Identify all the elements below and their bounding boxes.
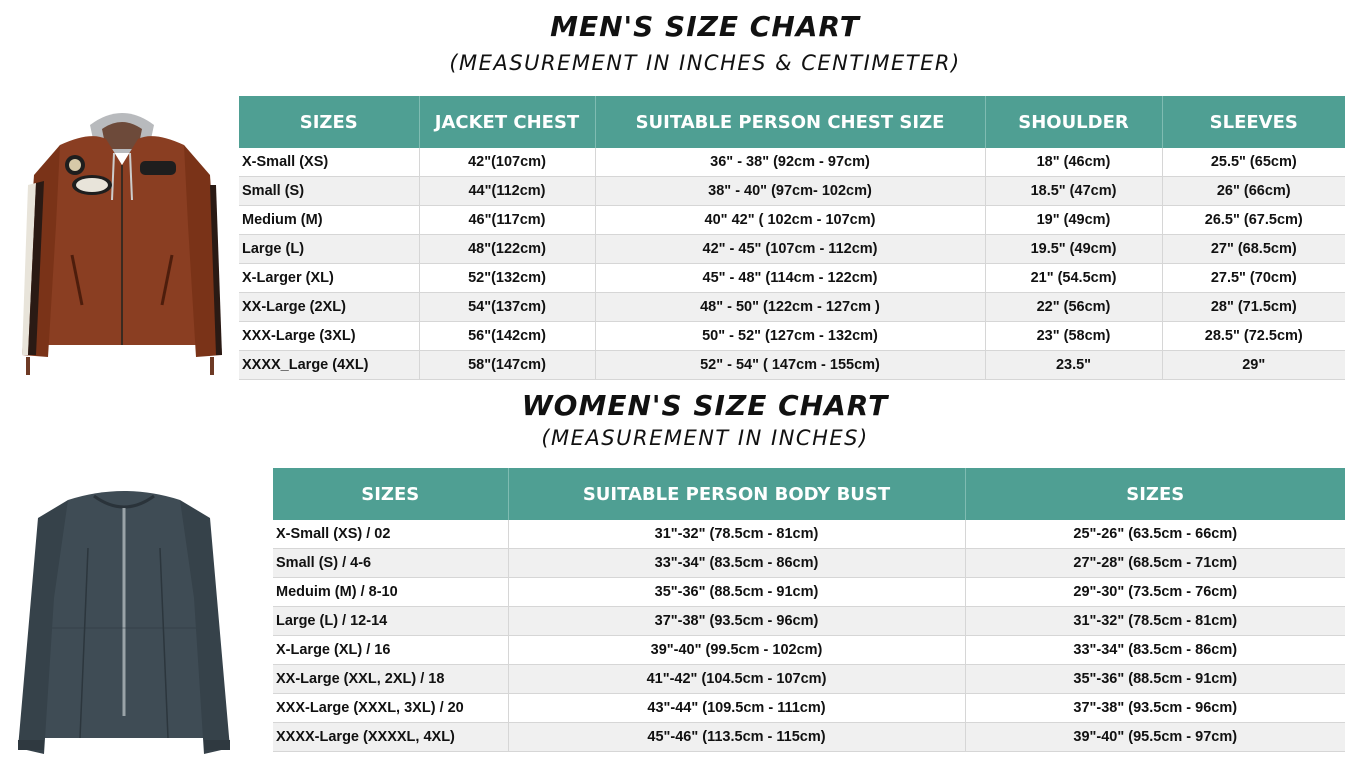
women-table-row: Small (S) / 4-6 33"-34" (83.5cm - 86cm) … bbox=[273, 548, 1345, 578]
person-chest-cell: 42" - 45" (107cm - 112cm) bbox=[595, 234, 986, 264]
women-header-body-bust: SUITABLE PERSON BODY BUST bbox=[508, 468, 966, 520]
shoulder-cell: 19.5" (49cm) bbox=[985, 234, 1163, 264]
women-table-row: XX-Large (XXL, 2XL) / 18 41"-42" (104.5c… bbox=[273, 664, 1345, 694]
men-header-sizes: SIZES bbox=[239, 96, 420, 148]
jacket-chest-cell: 54"(137cm) bbox=[419, 292, 596, 322]
jacket-chest-cell: 46"(117cm) bbox=[419, 205, 596, 235]
men-table-row: XXX-Large (3XL) 56"(142cm) 50" - 52" (12… bbox=[239, 321, 1345, 351]
men-table-row: Large (L) 48"(122cm) 42" - 45" (107cm - … bbox=[239, 234, 1345, 264]
body-bust-cell: 39"-40" (99.5cm - 102cm) bbox=[508, 635, 966, 665]
shoulder-cell: 22" (56cm) bbox=[985, 292, 1163, 322]
size-measure-cell: 33"-34" (83.5cm - 86cm) bbox=[965, 635, 1345, 665]
size-measure-cell: 39"-40" (95.5cm - 97cm) bbox=[965, 722, 1345, 752]
women-table-header-row: SIZES SUITABLE PERSON BODY BUST SIZES bbox=[273, 468, 1345, 520]
size-measure-cell: 35"-36" (88.5cm - 91cm) bbox=[965, 664, 1345, 694]
size-cell: Small (S) bbox=[239, 176, 420, 206]
body-bust-cell: 31"-32" (78.5cm - 81cm) bbox=[508, 520, 966, 549]
sleeves-cell: 25.5" (65cm) bbox=[1162, 148, 1345, 177]
size-measure-cell: 27"-28" (68.5cm - 71cm) bbox=[965, 548, 1345, 578]
women-header-sizes: SIZES bbox=[273, 468, 509, 520]
sleeves-cell: 27.5" (70cm) bbox=[1162, 263, 1345, 293]
jacket-chest-cell: 58"(147cm) bbox=[419, 350, 596, 380]
women-size-chart-title: WOMEN'S SIZE CHART bbox=[521, 389, 889, 422]
jacket-chest-cell: 52"(132cm) bbox=[419, 263, 596, 293]
size-cell: Medium (M) bbox=[239, 205, 420, 235]
women-table-row: X-Small (XS) / 02 31"-32" (78.5cm - 81cm… bbox=[273, 520, 1345, 549]
men-header-jacket-chest: JACKET CHEST bbox=[419, 96, 596, 148]
women-table-row: XXX-Large (XXXL, 3XL) / 20 43"-44" (109.… bbox=[273, 693, 1345, 723]
size-cell: XX-Large (2XL) bbox=[239, 292, 420, 322]
men-header-person-chest: SUITABLE PERSON CHEST SIZE bbox=[595, 96, 986, 148]
jacket-chest-cell: 48"(122cm) bbox=[419, 234, 596, 264]
body-bust-cell: 35"-36" (88.5cm - 91cm) bbox=[508, 577, 966, 607]
body-bust-cell: 41"-42" (104.5cm - 107cm) bbox=[508, 664, 966, 694]
body-bust-cell: 33"-34" (83.5cm - 86cm) bbox=[508, 548, 966, 578]
size-measure-cell: 31"-32" (78.5cm - 81cm) bbox=[965, 606, 1345, 636]
size-cell: XXXX_Large (4XL) bbox=[239, 350, 420, 380]
body-bust-cell: 43"-44" (109.5cm - 111cm) bbox=[508, 693, 966, 723]
men-leather-jacket-image bbox=[22, 113, 222, 375]
men-table-row: Small (S) 44"(112cm) 38" - 40" (97cm- 10… bbox=[239, 176, 1345, 206]
size-measure-cell: 25"-26" (63.5cm - 66cm) bbox=[965, 520, 1345, 549]
size-cell: X-Small (XS) bbox=[239, 148, 420, 177]
women-table-row: Meduim (M) / 8-10 35"-36" (88.5cm - 91cm… bbox=[273, 577, 1345, 607]
person-chest-cell: 40" 42" ( 102cm - 107cm) bbox=[595, 205, 986, 235]
size-cell: Large (L) / 12-14 bbox=[273, 606, 509, 636]
men-table-row: XXXX_Large (4XL) 58"(147cm) 52" - 54" ( … bbox=[239, 350, 1345, 380]
size-cell: X-Larger (XL) bbox=[239, 263, 420, 293]
size-cell: XXX-Large (XXXL, 3XL) / 20 bbox=[273, 693, 509, 723]
size-cell: X-Small (XS) / 02 bbox=[273, 520, 509, 549]
sleeves-cell: 26.5" (67.5cm) bbox=[1162, 205, 1345, 235]
shoulder-cell: 21" (54.5cm) bbox=[985, 263, 1163, 293]
person-chest-cell: 45" - 48" (114cm - 122cm) bbox=[595, 263, 986, 293]
men-table-row: X-Small (XS) 42"(107cm) 36" - 38" (92cm … bbox=[239, 148, 1345, 177]
size-cell: Small (S) / 4-6 bbox=[273, 548, 509, 578]
size-measure-cell: 29"-30" (73.5cm - 76cm) bbox=[965, 577, 1345, 607]
sleeves-cell: 28" (71.5cm) bbox=[1162, 292, 1345, 322]
sleeves-cell: 29" bbox=[1162, 350, 1345, 380]
men-table-row: X-Larger (XL) 52"(132cm) 45" - 48" (114c… bbox=[239, 263, 1345, 293]
men-table-row: XX-Large (2XL) 54"(137cm) 48" - 50" (122… bbox=[239, 292, 1345, 322]
person-chest-cell: 48" - 50" (122cm - 127cm ) bbox=[595, 292, 986, 322]
men-table-header-row: SIZES JACKET CHEST SUITABLE PERSON CHEST… bbox=[239, 96, 1345, 148]
women-table-row: Large (L) / 12-14 37"-38" (93.5cm - 96cm… bbox=[273, 606, 1345, 636]
person-chest-cell: 38" - 40" (97cm- 102cm) bbox=[595, 176, 986, 206]
body-bust-cell: 45"-46" (113.5cm - 115cm) bbox=[508, 722, 966, 752]
person-chest-cell: 36" - 38" (92cm - 97cm) bbox=[595, 148, 986, 177]
sleeves-cell: 26" (66cm) bbox=[1162, 176, 1345, 206]
women-leather-jacket-image bbox=[18, 491, 230, 754]
women-size-table: SIZES SUITABLE PERSON BODY BUST SIZES X-… bbox=[273, 468, 1345, 752]
women-table-row: X-Large (XL) / 16 39"-40" (99.5cm - 102c… bbox=[273, 635, 1345, 665]
size-measure-cell: 37"-38" (93.5cm - 96cm) bbox=[965, 693, 1345, 723]
jacket-chest-cell: 56"(142cm) bbox=[419, 321, 596, 351]
shoulder-cell: 19" (49cm) bbox=[985, 205, 1163, 235]
jacket-chest-cell: 44"(112cm) bbox=[419, 176, 596, 206]
size-cell: Large (L) bbox=[239, 234, 420, 264]
person-chest-cell: 52" - 54" ( 147cm - 155cm) bbox=[595, 350, 986, 380]
shoulder-cell: 23" (58cm) bbox=[985, 321, 1163, 351]
shoulder-cell: 18.5" (47cm) bbox=[985, 176, 1163, 206]
person-chest-cell: 50" - 52" (127cm - 132cm) bbox=[595, 321, 986, 351]
jacket-chest-cell: 42"(107cm) bbox=[419, 148, 596, 177]
shoulder-cell: 23.5" bbox=[985, 350, 1163, 380]
men-table-row: Medium (M) 46"(117cm) 40" 42" ( 102cm - … bbox=[239, 205, 1345, 235]
men-size-chart-title: MEN'S SIZE CHART bbox=[550, 10, 860, 43]
women-header-sizes-2: SIZES bbox=[965, 468, 1345, 520]
size-cell: X-Large (XL) / 16 bbox=[273, 635, 509, 665]
sleeves-cell: 28.5" (72.5cm) bbox=[1162, 321, 1345, 351]
sleeves-cell: 27" (68.5cm) bbox=[1162, 234, 1345, 264]
women-table-row: XXXX-Large (XXXXL, 4XL) 45"-46" (113.5cm… bbox=[273, 722, 1345, 752]
women-size-chart-subtitle: (MEASUREMENT IN INCHES) bbox=[541, 426, 869, 450]
size-cell: XXXX-Large (XXXXL, 4XL) bbox=[273, 722, 509, 752]
shoulder-cell: 18" (46cm) bbox=[985, 148, 1163, 177]
men-header-sleeves: SLEEVES bbox=[1162, 96, 1345, 148]
size-cell: XX-Large (XXL, 2XL) / 18 bbox=[273, 664, 509, 694]
men-size-table: SIZES JACKET CHEST SUITABLE PERSON CHEST… bbox=[239, 96, 1345, 380]
men-header-shoulder: SHOULDER bbox=[985, 96, 1163, 148]
size-cell: Meduim (M) / 8-10 bbox=[273, 577, 509, 607]
size-cell: XXX-Large (3XL) bbox=[239, 321, 420, 351]
men-size-chart-subtitle: (MEASUREMENT IN INCHES & CENTIMETER) bbox=[449, 51, 961, 75]
body-bust-cell: 37"-38" (93.5cm - 96cm) bbox=[508, 606, 966, 636]
